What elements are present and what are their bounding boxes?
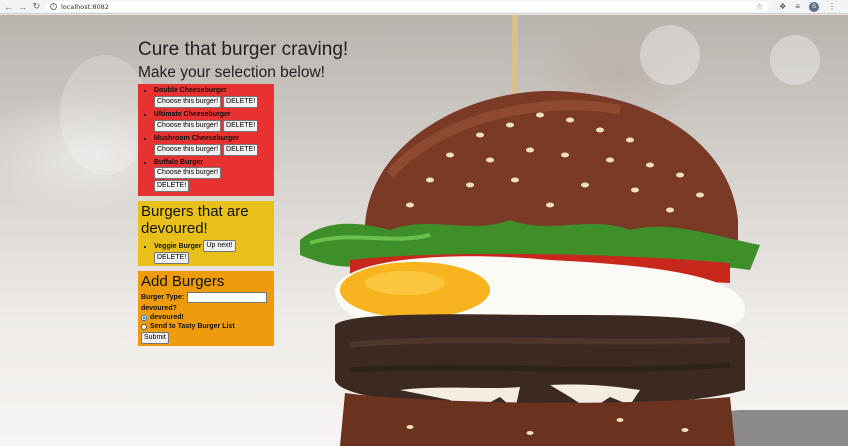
- delete-button[interactable]: DELETE!: [223, 144, 259, 156]
- address-bar[interactable]: i localhost:8082 ☆: [46, 1, 770, 12]
- devoured-radio[interactable]: [141, 314, 147, 321]
- reading-list-icon[interactable]: ≡: [795, 2, 800, 11]
- delete-button[interactable]: DELETE!: [223, 120, 259, 132]
- devoured-heading: Burgers that are devoured!: [141, 203, 249, 237]
- tasty-list-radio[interactable]: [141, 323, 147, 330]
- list-item: Mushroom Cheeseburger Choose this burger…: [154, 134, 272, 156]
- browser-toolbar: ← → ↻ i localhost:8082 ☆ ❖ ≡ S ⋮: [0, 0, 848, 14]
- burger-name: Mushroom Cheeseburger: [154, 135, 239, 142]
- list-item: Veggie Burger Up next! DELETE!: [154, 240, 272, 264]
- devoured-question-label: devoured?: [141, 305, 177, 312]
- delete-button[interactable]: DELETE!: [154, 180, 190, 192]
- bookmark-star-icon[interactable]: ☆: [756, 2, 763, 11]
- back-icon[interactable]: ←: [3, 1, 14, 12]
- bokeh-light: [60, 55, 150, 175]
- extensions-icon[interactable]: ❖: [779, 2, 786, 11]
- main-content: Cure that burger craving! Make your sele…: [138, 39, 349, 346]
- burger-name: Buffalo Burger: [154, 159, 203, 166]
- info-icon[interactable]: i: [50, 3, 57, 10]
- page-subtitle: Make your selection below!: [138, 64, 325, 81]
- burger-type-input[interactable]: [187, 292, 268, 303]
- devoured-burgers-panel: Burgers that are devoured! Veggie Burger…: [138, 201, 274, 266]
- choose-burger-button[interactable]: Choose this burger!: [154, 96, 222, 108]
- delete-button[interactable]: DELETE!: [154, 252, 190, 264]
- choose-burger-button[interactable]: Choose this burger!: [154, 144, 222, 156]
- submit-button[interactable]: Submit: [141, 332, 169, 344]
- page-title: Cure that burger craving!: [138, 39, 349, 60]
- url-text: localhost:8082: [61, 2, 109, 11]
- tasty-list-option-label: Send to Tasty Burger List: [150, 323, 235, 330]
- burger-name: Ultimate Cheeseburger: [154, 111, 231, 118]
- choose-burger-button[interactable]: Choose this burger!: [154, 167, 222, 179]
- list-item: Ultimate Cheeseburger Choose this burger…: [154, 110, 272, 132]
- add-burgers-panel: Add Burgers Burger Type: devoured? devou…: [138, 271, 274, 346]
- burger-type-label: Burger Type:: [141, 294, 185, 301]
- bokeh-light: [770, 35, 820, 85]
- reload-icon[interactable]: ↻: [31, 1, 42, 12]
- choose-burger-button[interactable]: Choose this burger!: [154, 120, 222, 132]
- delete-button[interactable]: DELETE!: [223, 96, 259, 108]
- up-next-button[interactable]: Up next!: [203, 240, 236, 252]
- devoured-option-label: devoured!: [150, 314, 184, 321]
- list-item: Double Cheeseburger Choose this burger! …: [154, 86, 272, 108]
- menu-icon[interactable]: ⋮: [828, 2, 836, 11]
- available-burgers-panel: Double Cheeseburger Choose this burger! …: [138, 84, 274, 196]
- burger-image: [300, 15, 760, 446]
- burger-name: Veggie Burger: [154, 242, 202, 250]
- page-background: Cure that burger craving! Make your sele…: [0, 15, 848, 446]
- burger-name: Double Cheeseburger: [154, 87, 227, 94]
- add-heading: Add Burgers: [141, 273, 225, 290]
- forward-icon[interactable]: →: [17, 1, 28, 12]
- add-burger-form: Burger Type: devoured? devoured! Send to…: [140, 292, 272, 344]
- list-item: Buffalo Burger Choose this burger! DELET…: [154, 158, 272, 192]
- profile-avatar[interactable]: S: [809, 1, 819, 12]
